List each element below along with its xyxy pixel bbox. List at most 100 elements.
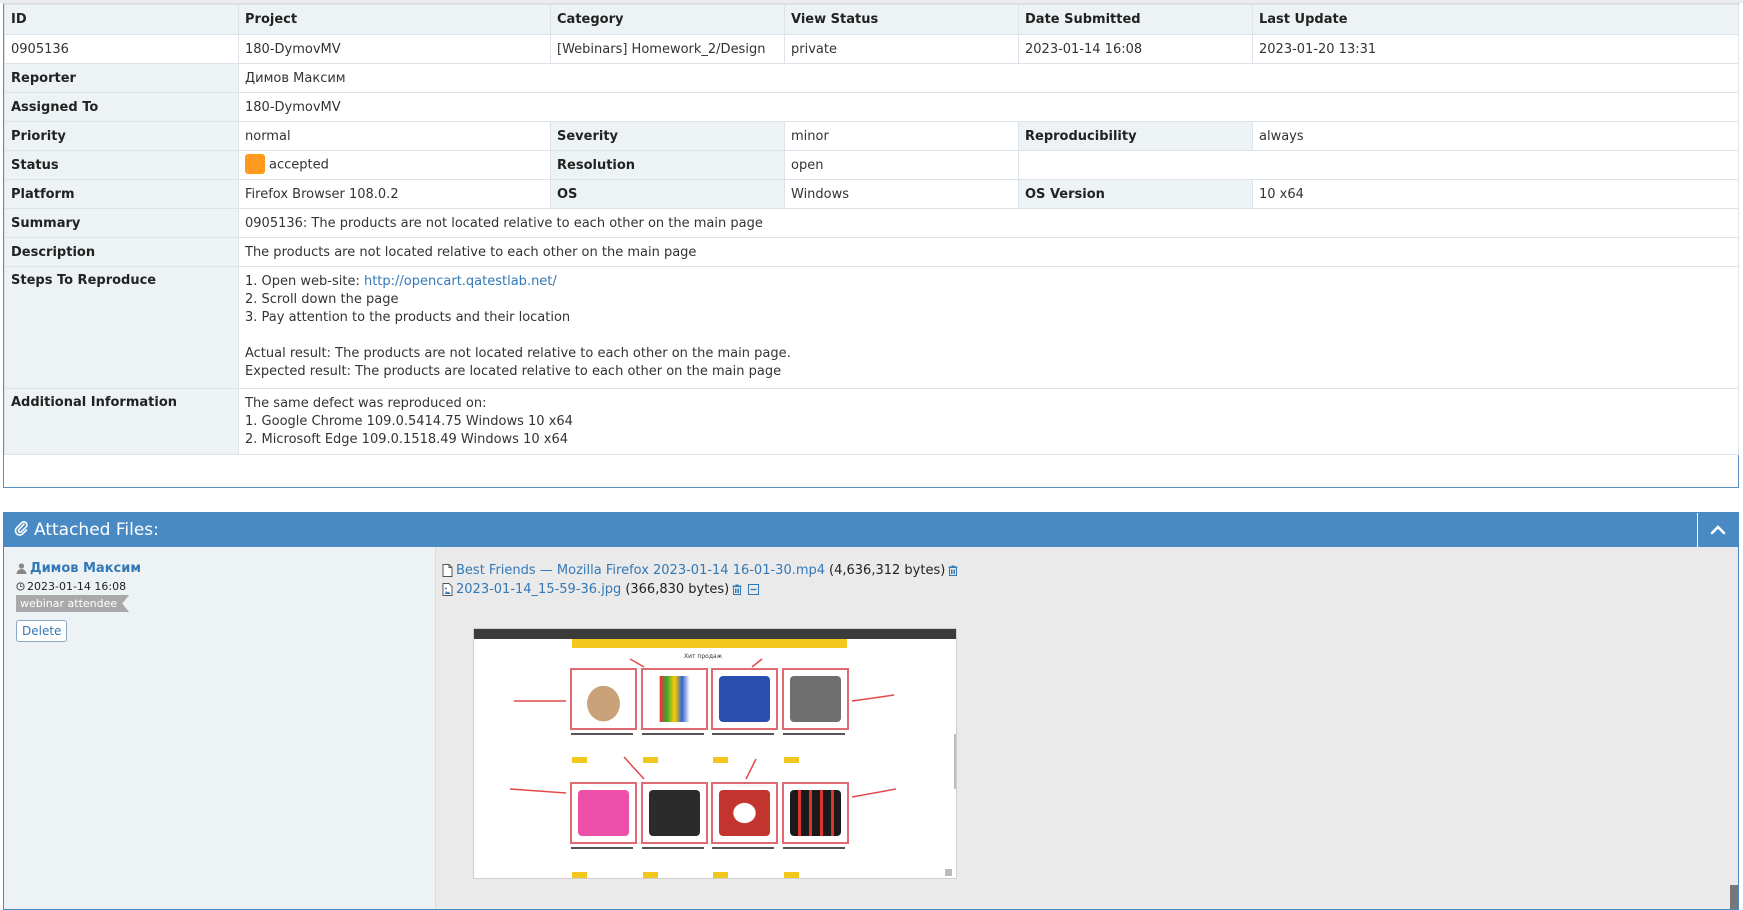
steps-label: Steps To Reproduce [4,266,239,389]
issue-project: 180-DymovMV [238,34,551,64]
delete-button[interactable]: Delete [16,620,68,642]
step-1: 1. Open web-site: http://opencart.qatest… [245,273,1732,291]
date-submitted-header: Date Submitted [1018,4,1253,35]
platform-row: Platform Firefox Browser 108.0.2 OS Wind… [4,179,1739,209]
os-version-label: OS Version [1018,179,1253,209]
tag-wrap: webinar attendee [16,593,435,612]
priority-value: normal [238,121,551,151]
user-icon [16,563,27,574]
additional-info-value: The same defect was reproduced on: 1. Go… [238,388,1739,455]
file-item-image: 2023-01-14_15-59-36.jpg (366,830 bytes) [442,580,1738,599]
expected-result: Expected result: The products are locate… [245,364,782,379]
reporter-value: Димов Максим [238,63,1739,93]
reproducibility-value: always [1252,121,1739,151]
issue-id: 0905136 [4,34,239,64]
severity-value: minor [784,121,1019,151]
reporter-row: Reporter Димов Максим [4,63,1739,93]
status-label: Status [4,150,239,180]
issue-details-panel: ID Project Category View Status Date Sub… [3,3,1739,488]
resolution-label: Resolution [550,150,785,180]
description-row: Description The products are not located… [4,237,1739,267]
description-label: Description [4,237,239,267]
steps-row: Steps To Reproduce 1. Open web-site: htt… [4,266,1739,389]
image-file-size: (366,830 bytes) [625,582,730,597]
additional-line-3: 2. Microsoft Edge 109.0.1518.49 Windows … [245,432,568,447]
id-header: ID [4,4,239,35]
summary-label: Summary [4,208,239,238]
platform-label: Platform [4,179,239,209]
os-version-value: 10 x64 [1252,179,1739,209]
assigned-label: Assigned To [4,92,239,122]
severity-label: Severity [550,121,785,151]
actual-result: Actual result: The products are not loca… [245,346,791,361]
video-file-link[interactable]: Best Friends — Mozilla Firefox 2023-01-1… [456,561,825,580]
issue-view-status: private [784,34,1019,64]
step-1-text: 1. Open web-site: [245,274,364,289]
attachment-note: Димов Максим 2023-01-14 16:08 webinar at… [4,547,1738,909]
platform-value: Firefox Browser 108.0.2 [238,179,551,209]
trash-icon[interactable] [732,584,745,595]
image-file-icon [442,583,453,596]
note-date: 2023-01-14 16:08 [27,580,127,593]
collapse-preview-icon[interactable] [748,584,762,595]
issue-details-table: ID Project Category View Status Date Sub… [4,4,1739,455]
preview-annotation-arrows [509,658,897,798]
note-files-column: Best Friends — Mozilla Firefox 2023-01-1… [442,561,1738,909]
trash-icon[interactable] [948,565,961,576]
category-header: Category [550,4,785,35]
assigned-value: 180-DymovMV [238,92,1739,122]
author-link[interactable]: Димов Максим [30,561,141,576]
summary-values-row: 0905136 180-DymovMV [Webinars] Homework_… [4,34,1739,64]
resolution-value: open [784,150,1019,180]
paperclip-icon [14,520,28,540]
description-value: The products are not located relative to… [238,237,1739,267]
issue-last-update: 2023-01-20 13:31 [1252,34,1739,64]
note-date-line: 2023-01-14 16:08 [16,580,435,593]
status-row: Status accepted Resolution open [4,150,1739,180]
preview-corner [945,869,952,876]
video-file-size: (4,636,312 bytes) [829,563,946,578]
attached-files-panel: Attached Files: Димов Максим 2023-01-14 … [3,512,1739,910]
attached-files-title: Attached Files: [34,520,159,540]
additional-info-row: Additional Information The same defect w… [4,388,1739,455]
assigned-row: Assigned To 180-DymovMV [4,92,1739,122]
status-value-cell: accepted [238,150,551,180]
os-value: Windows [784,179,1019,209]
issue-date-submitted: 2023-01-14 16:08 [1018,34,1253,64]
step-2: 2. Scroll down the page [245,292,399,307]
step-3: 3. Pay attention to the products and the… [245,310,571,325]
summary-row: Summary 0905136: The products are not lo… [4,208,1739,238]
file-icon [442,564,453,577]
preview-scrollbar [954,734,956,789]
attachment-preview-image[interactable]: Хит продаж [473,628,957,879]
additional-line-2: 1. Google Chrome 109.0.5414.75 Windows 1… [245,414,573,429]
additional-info-label: Additional Information [4,388,239,455]
attached-files-header: Attached Files: [4,513,1738,547]
reporter-label: Reporter [4,63,239,93]
author-line: Димов Максим [16,561,435,576]
note-author-column: Димов Максим 2023-01-14 16:08 webinar at… [4,547,436,909]
os-label: OS [550,179,785,209]
last-update-header: Last Update [1252,4,1739,35]
page-scrollbar-thumb[interactable] [1730,885,1738,909]
priority-row: Priority normal Severity minor Reproduci… [4,121,1739,151]
steps-value: 1. Open web-site: http://opencart.qatest… [238,266,1739,389]
priority-label: Priority [4,121,239,151]
project-header: Project [238,4,551,35]
reproducibility-label: Reproducibility [1018,121,1253,151]
collapse-button[interactable] [1697,513,1738,547]
clock-icon [16,582,25,591]
delete-wrap: Delete [16,612,435,642]
file-item-video: Best Friends — Mozilla Firefox 2023-01-1… [442,561,1738,580]
user-tag: webinar attendee [16,595,129,612]
status-color-swatch [245,154,265,174]
issue-category: [Webinars] Homework_2/Design [550,34,785,64]
status-value: accepted [269,157,329,173]
view-status-header: View Status [784,4,1019,35]
opencart-link[interactable]: http://opencart.qatestlab.net/ [364,274,557,289]
image-file-link[interactable]: 2023-01-14_15-59-36.jpg [456,580,621,599]
header-row: ID Project Category View Status Date Sub… [4,4,1739,35]
chevron-up-icon [1710,525,1726,535]
additional-line-1: The same defect was reproduced on: [245,396,487,411]
